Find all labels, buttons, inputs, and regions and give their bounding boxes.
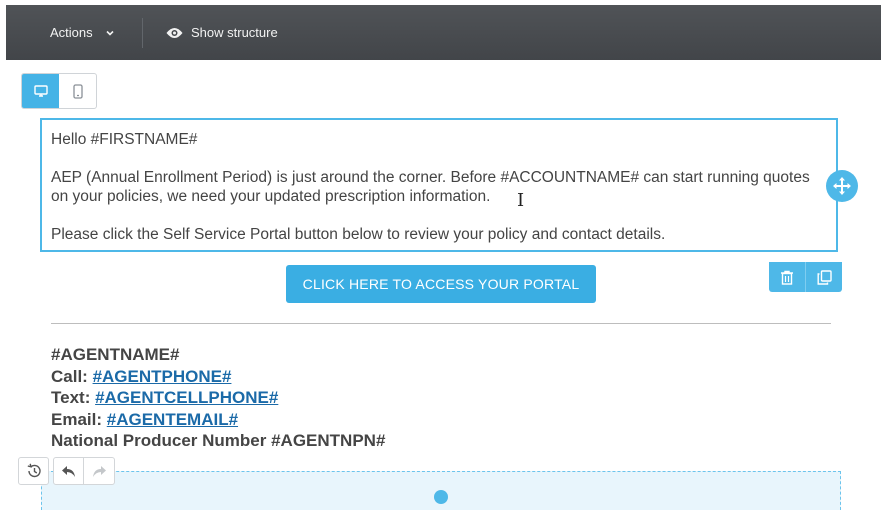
access-portal-button[interactable]: CLICK HERE TO ACCESS YOUR PORTAL bbox=[286, 265, 596, 303]
history-controls bbox=[18, 457, 115, 485]
text-label: Text: bbox=[51, 388, 96, 407]
text-line: Text: #AGENTCELLPHONE# bbox=[51, 387, 385, 409]
paragraph-portal: Please click the Self Service Portal but… bbox=[51, 226, 666, 243]
desktop-view-button[interactable] bbox=[22, 74, 59, 108]
agent-cellphone-link[interactable]: #AGENTCELLPHONE# bbox=[95, 388, 278, 407]
redo-button[interactable] bbox=[84, 457, 115, 485]
agent-email-link[interactable]: #AGENTEMAIL# bbox=[107, 410, 238, 429]
actions-label: Actions bbox=[50, 25, 93, 40]
history-button[interactable] bbox=[18, 457, 49, 485]
chevron-down-icon bbox=[106, 30, 114, 36]
mobile-view-button[interactable] bbox=[59, 74, 96, 108]
move-icon bbox=[833, 177, 851, 195]
show-structure-button[interactable]: Show structure bbox=[166, 5, 278, 60]
show-structure-label: Show structure bbox=[191, 25, 278, 40]
redo-icon bbox=[92, 465, 106, 477]
section-divider bbox=[51, 323, 831, 324]
add-block-handle[interactable] bbox=[434, 490, 448, 504]
move-block-button[interactable] bbox=[826, 170, 858, 202]
agent-name: #AGENTNAME# bbox=[51, 345, 180, 364]
call-label: Call: bbox=[51, 366, 93, 386]
desktop-icon bbox=[33, 85, 48, 97]
delete-block-button[interactable] bbox=[769, 262, 805, 292]
mobile-icon bbox=[72, 83, 83, 99]
greeting-text: Hello #FIRSTNAME# bbox=[51, 131, 198, 148]
actions-menu[interactable]: Actions bbox=[50, 5, 115, 60]
copy-icon bbox=[817, 269, 832, 285]
email-text-block[interactable]: Hello #FIRSTNAME# AEP (Annual Enrollment… bbox=[40, 118, 838, 252]
duplicate-block-button[interactable] bbox=[805, 262, 842, 292]
email-line: Email: #AGENTEMAIL# bbox=[51, 409, 385, 431]
trash-icon bbox=[781, 270, 793, 285]
top-toolbar: Actions Show structure bbox=[6, 5, 881, 60]
call-line: Call: #AGENTPHONE# bbox=[51, 366, 385, 388]
undo-button[interactable] bbox=[53, 457, 84, 485]
agent-signature[interactable]: #AGENTNAME# Call: #AGENTPHONE# Text: #AG… bbox=[51, 344, 385, 452]
npn-line: National Producer Number #AGENTNPN# bbox=[51, 431, 386, 450]
eye-icon bbox=[166, 27, 183, 38]
text-cursor-icon: I bbox=[517, 190, 525, 211]
agent-phone-link[interactable]: #AGENTPHONE# bbox=[93, 367, 232, 386]
paragraph-aep: AEP (Annual Enrollment Period) is just a… bbox=[51, 169, 810, 205]
history-icon bbox=[27, 463, 41, 478]
toolbar-divider bbox=[142, 18, 143, 48]
undo-icon bbox=[62, 465, 75, 477]
device-toggle bbox=[21, 73, 97, 109]
block-tools bbox=[769, 262, 842, 292]
email-label: Email: bbox=[51, 409, 107, 429]
